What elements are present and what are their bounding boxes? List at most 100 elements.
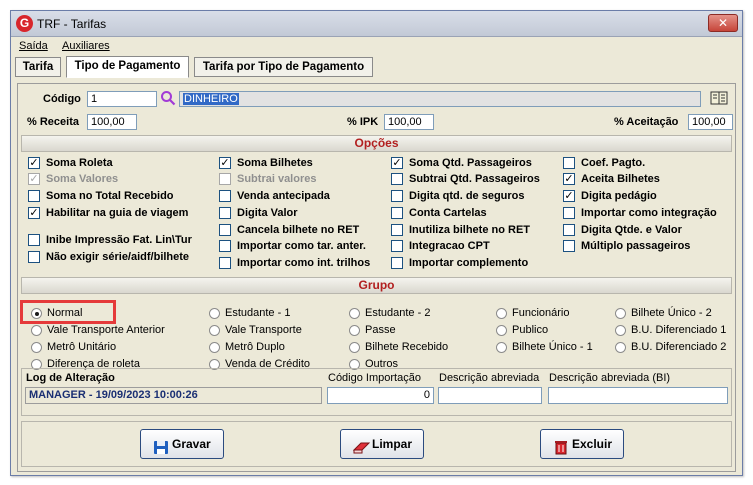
codigo-input[interactable]: 1 [87, 91, 157, 107]
menu-saida[interactable]: Saída [19, 40, 48, 52]
descricao-abreviada-input[interactable] [438, 387, 542, 404]
checkbox-box[interactable] [219, 240, 231, 252]
radio-label: Bilhete Único - 1 [512, 341, 593, 353]
book-icon[interactable] [710, 90, 728, 106]
radio-label: Metrô Unitário [47, 341, 117, 353]
checkbox-label: Importar como integração [581, 207, 717, 219]
opcoes-header: Opções [21, 135, 732, 152]
radio-dot[interactable] [496, 325, 507, 336]
limpar-label: Limpar [372, 437, 413, 451]
checkbox-box[interactable] [391, 190, 403, 202]
radio-dot[interactable] [615, 308, 626, 319]
radio-label: Vale Transporte Anterior [47, 324, 165, 336]
radio-dot[interactable] [31, 325, 42, 336]
radio-dot[interactable] [349, 325, 360, 336]
checkbox-label: Integracao CPT [409, 240, 490, 252]
codigo-importacao-input[interactable]: 0 [327, 387, 434, 404]
checkbox-label: Coef. Pagto. [581, 157, 646, 169]
checkbox-box[interactable]: ✓ [219, 157, 231, 169]
descricao-abreviada-label: Descrição abreviada [439, 372, 540, 384]
checkbox-box[interactable] [28, 251, 40, 263]
excluir-button[interactable]: Excluir [540, 429, 624, 459]
search-icon[interactable] [160, 90, 176, 106]
checkbox-label: Digita Qtde. e Valor [581, 224, 682, 236]
checkbox-box[interactable] [28, 190, 40, 202]
tab-tipo-de-pagamento[interactable]: Tipo de Pagamento [66, 56, 189, 78]
checkbox-box[interactable]: ✓ [563, 173, 575, 185]
checkbox-box[interactable]: ✓ [563, 190, 575, 202]
checkbox-label: Inibe Impressão Fat. Lin\Tur [46, 234, 192, 246]
trash-icon [553, 437, 569, 455]
ipk-input[interactable]: 100,00 [384, 114, 434, 130]
checkbox-box[interactable]: ✓ [28, 157, 40, 169]
checkbox-label: Soma no Total Recebido [46, 190, 174, 202]
checkbox-label: Subtrai valores [237, 173, 317, 185]
checkbox-box[interactable] [563, 207, 575, 219]
checkbox-label: Digita qtd. de seguros [409, 190, 525, 202]
codigo-label: Código [43, 93, 81, 105]
title-bar: G TRF - Tarifas ✕ [11, 11, 742, 37]
radio-dot[interactable] [496, 342, 507, 353]
checkbox-label: Importar como int. trilhos [237, 257, 371, 269]
checkbox-box[interactable] [219, 190, 231, 202]
eraser-icon [352, 437, 371, 454]
checkbox-box[interactable] [219, 257, 231, 269]
menu-bar: Saída Auxiliares [11, 37, 742, 55]
checkbox-box[interactable] [391, 257, 403, 269]
checkbox-label: Venda antecipada [237, 190, 330, 202]
checkbox-box[interactable] [391, 173, 403, 185]
radio-label: Estudante - 2 [365, 307, 431, 319]
ipk-label: % IPK [347, 116, 379, 128]
gravar-button[interactable]: Gravar [140, 429, 224, 459]
checkbox-label: Não exigir série/aidf/bilhete [46, 251, 190, 263]
checkbox-label: Digita Valor [237, 207, 298, 219]
radio-dot[interactable] [209, 325, 220, 336]
checkbox-box[interactable] [391, 207, 403, 219]
checkbox-label: Soma Roleta [46, 157, 113, 169]
tab-tarifa-por-tipo-de-pagamento[interactable]: Tarifa por Tipo de Pagamento [194, 57, 373, 77]
radio-dot[interactable] [615, 342, 626, 353]
radio-dot[interactable] [615, 325, 626, 336]
radio-dot[interactable] [209, 342, 220, 353]
checkbox-box[interactable] [219, 207, 231, 219]
receita-label: % Receita [27, 116, 79, 128]
radio-dot[interactable] [349, 342, 360, 353]
radio-dot[interactable] [31, 342, 42, 353]
limpar-button[interactable]: Limpar [340, 429, 424, 459]
menu-auxiliares[interactable]: Auxiliares [62, 40, 110, 52]
radio-dot[interactable] [496, 308, 507, 319]
checkbox-box[interactable] [563, 240, 575, 252]
checkbox-label: Soma Bilhetes [237, 157, 313, 169]
checkbox-label: Inutiliza bilhete no RET [409, 224, 530, 236]
checkbox-box[interactable]: ✓ [391, 157, 403, 169]
descricao-abreviada-bi-input[interactable] [548, 387, 728, 404]
checkbox-label: Importar como tar. anter. [237, 240, 366, 252]
checkbox-box: ✓ [28, 173, 40, 185]
checkbox-box[interactable] [563, 224, 575, 236]
checkbox-label: Habilitar na guia de viagem [46, 207, 189, 219]
aceitacao-input[interactable]: 100,00 [688, 114, 733, 130]
radio-dot[interactable] [209, 308, 220, 319]
checkbox-box[interactable] [563, 157, 575, 169]
tarifas-window: G TRF - Tarifas ✕ Saída Auxiliares Tarif… [10, 10, 743, 476]
checkbox-label: Importar complemento [409, 257, 529, 269]
tipo-pagamento-panel: Código 1 DINHEIRO % Receita 100,00 % IPK… [17, 83, 736, 472]
checkbox-box[interactable] [391, 240, 403, 252]
checkbox-label: Digita pedágio [581, 190, 657, 202]
tab-tarifa[interactable]: Tarifa [15, 57, 61, 77]
aceitacao-label: % Aceitação [614, 116, 679, 128]
close-button[interactable]: ✕ [708, 14, 738, 32]
checkbox-box[interactable] [28, 234, 40, 246]
checkbox-box[interactable] [391, 224, 403, 236]
log-value: MANAGER - 19/09/2023 10:00:26 [25, 387, 322, 404]
radio-label: B.U. Diferenciado 2 [631, 341, 727, 353]
app-logo-icon: G [16, 15, 33, 32]
checkbox-label: Múltiplo passageiros [581, 240, 691, 252]
radio-dot[interactable] [349, 308, 360, 319]
checkbox-box[interactable]: ✓ [28, 207, 40, 219]
receita-input[interactable]: 100,00 [87, 114, 137, 130]
window-title: TRF - Tarifas [37, 17, 107, 31]
buttons-area: Gravar Limpar Excluir [21, 421, 732, 467]
checkbox-box[interactable] [219, 224, 231, 236]
radio-label: Estudante - 1 [225, 307, 291, 319]
